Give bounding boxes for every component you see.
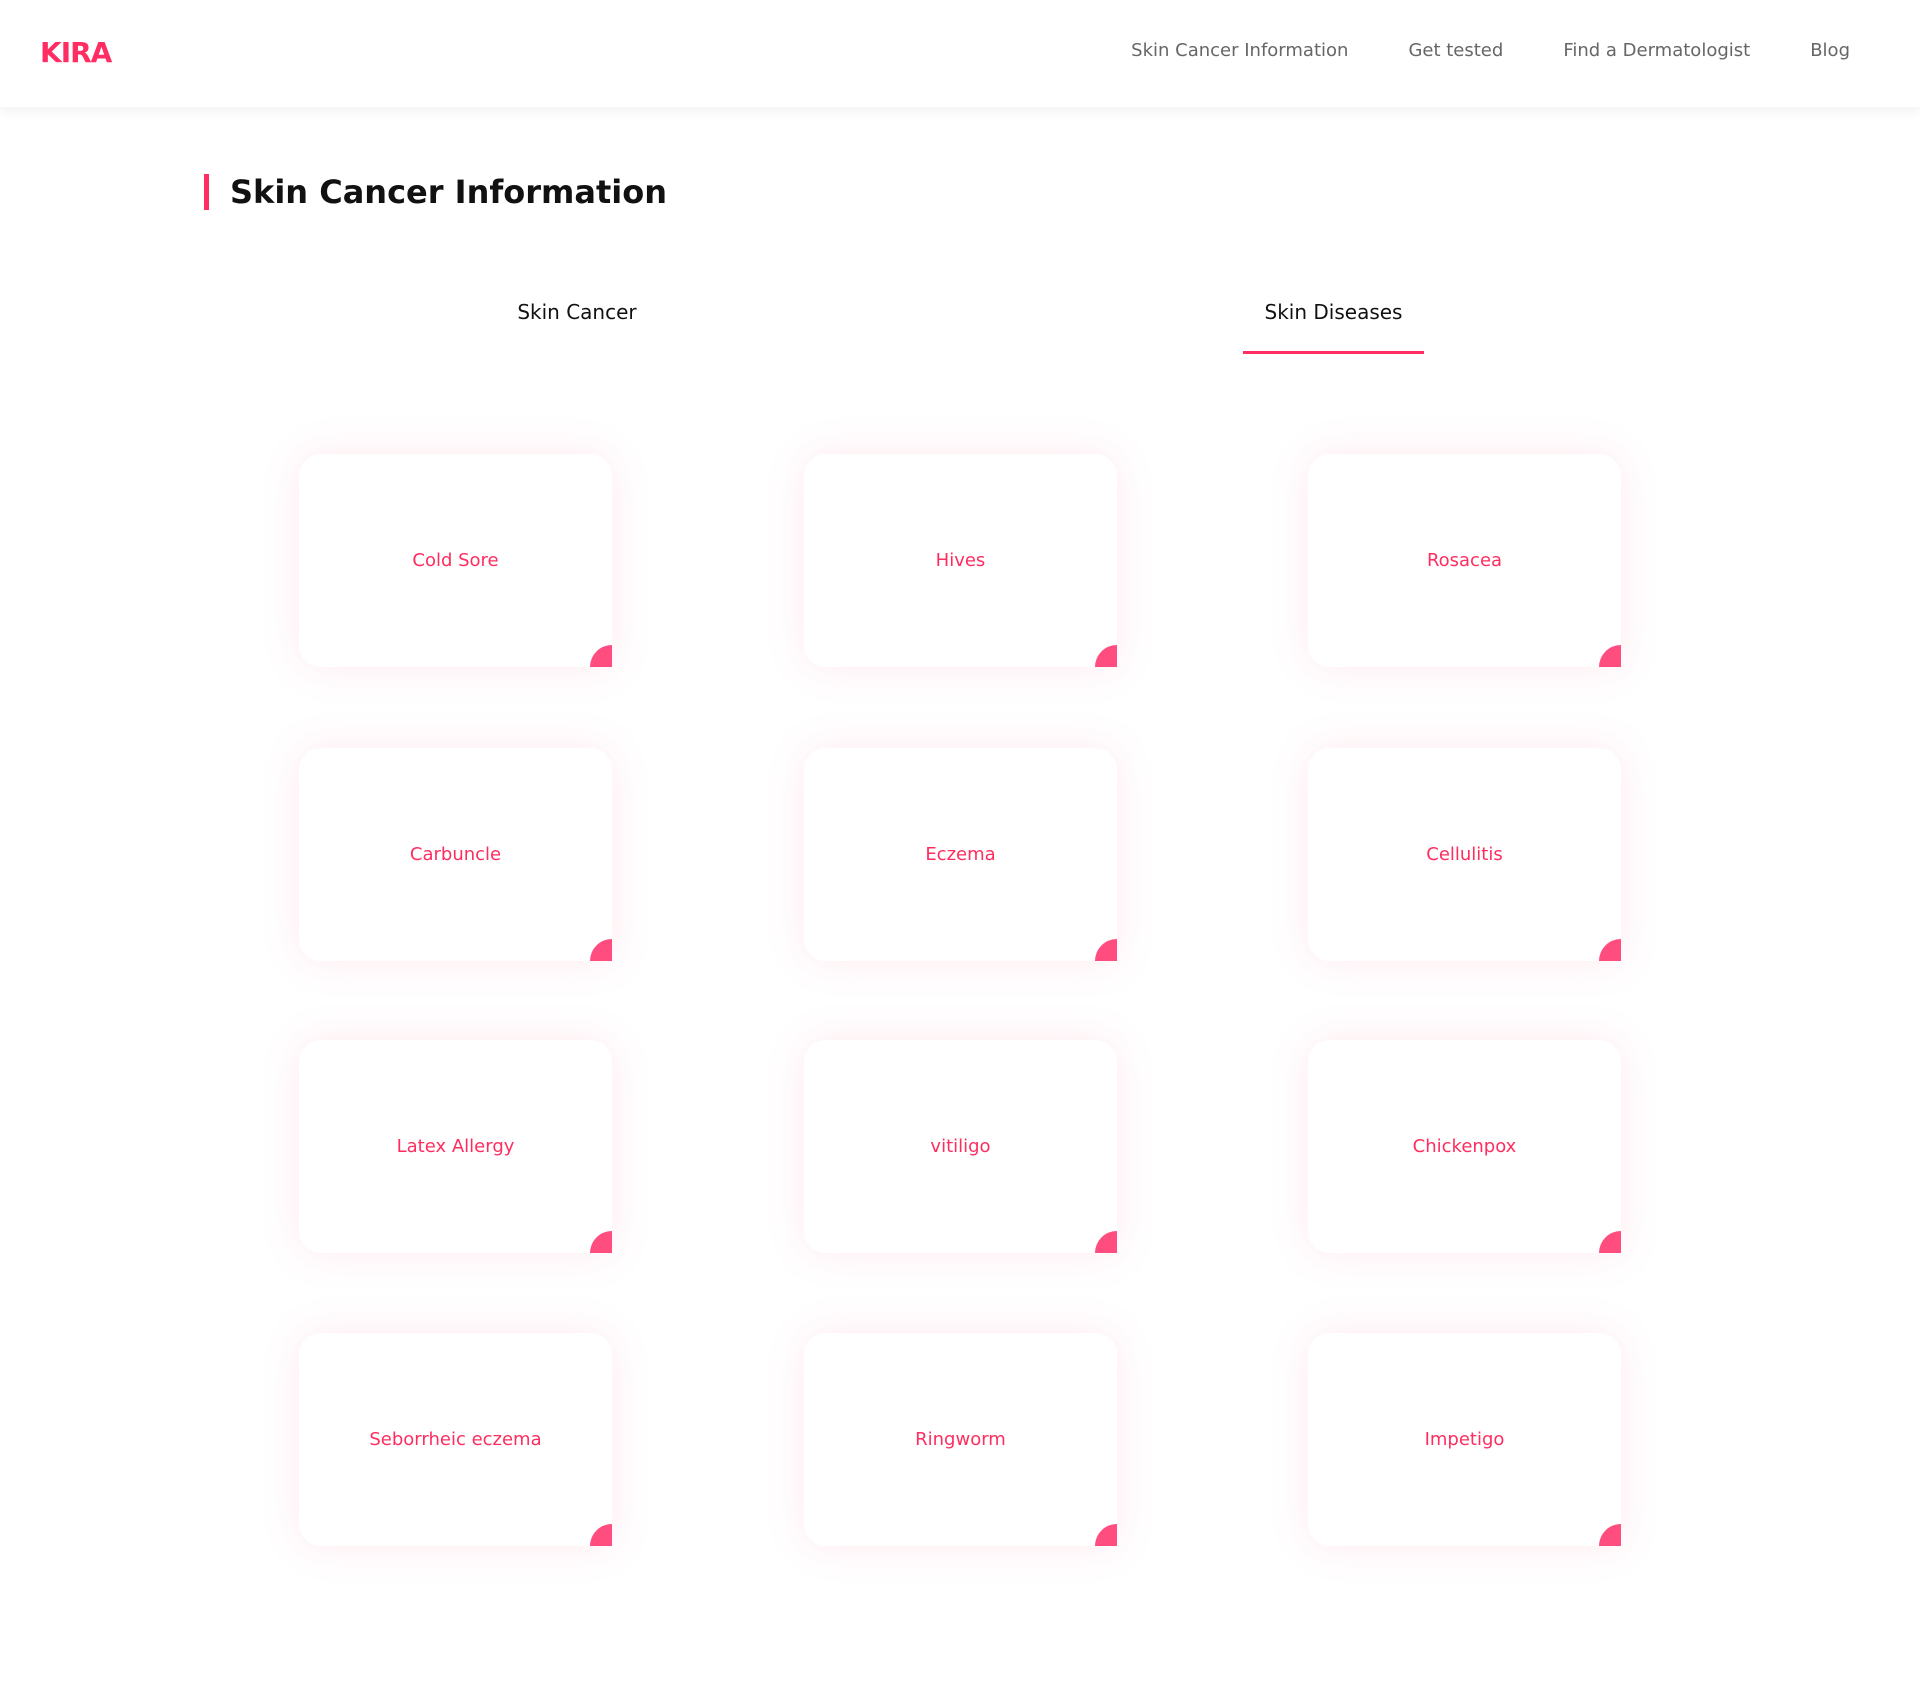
nav-find-dermatologist[interactable]: Find a Dermatologist xyxy=(1563,40,1750,61)
page-title-block: Skin Cancer Information xyxy=(204,174,667,210)
disease-card[interactable]: Ringworm xyxy=(804,1333,1117,1546)
disease-card-label: vitiligo xyxy=(930,1136,991,1157)
nav-get-tested[interactable]: Get tested xyxy=(1408,40,1503,61)
corner-accent-icon xyxy=(1095,1524,1117,1546)
corner-accent-icon xyxy=(1095,1231,1117,1253)
disease-card-label: Hives xyxy=(935,550,986,571)
disease-card[interactable]: Chickenpox xyxy=(1308,1040,1621,1253)
tab-skin-cancer[interactable]: Skin Cancer xyxy=(477,300,677,324)
disease-card[interactable]: Cold Sore xyxy=(299,454,612,667)
corner-accent-icon xyxy=(1599,939,1621,961)
corner-accent-icon xyxy=(590,645,612,667)
page-title: Skin Cancer Information xyxy=(230,173,668,211)
nav-blog[interactable]: Blog xyxy=(1810,40,1850,61)
corner-accent-icon xyxy=(590,1231,612,1253)
disease-card-label: Seborrheic eczema xyxy=(369,1429,542,1450)
disease-card-label: Cellulitis xyxy=(1426,844,1503,865)
disease-card-label: Rosacea xyxy=(1426,550,1503,571)
disease-card[interactable]: vitiligo xyxy=(804,1040,1117,1253)
disease-card[interactable]: Impetigo xyxy=(1308,1333,1621,1546)
logo[interactable]: KIRA xyxy=(40,36,112,69)
tab-skin-diseases[interactable]: Skin Diseases xyxy=(1243,300,1424,354)
corner-accent-icon xyxy=(1095,939,1117,961)
disease-card-label: Latex Allergy xyxy=(396,1136,515,1157)
disease-card-label: Cold Sore xyxy=(412,550,499,571)
disease-card[interactable]: Rosacea xyxy=(1308,454,1621,667)
corner-accent-icon xyxy=(1095,645,1117,667)
main-nav: Skin Cancer Information Get tested Find … xyxy=(1131,40,1850,61)
nav-skin-cancer-information[interactable]: Skin Cancer Information xyxy=(1131,40,1348,61)
corner-accent-icon xyxy=(1599,645,1621,667)
disease-card[interactable]: Carbuncle xyxy=(299,748,612,961)
disease-card-label: Carbuncle xyxy=(409,844,502,865)
disease-card[interactable]: Seborrheic eczema xyxy=(299,1333,612,1546)
header: KIRA Skin Cancer Information Get tested … xyxy=(0,0,1920,107)
disease-card[interactable]: Hives xyxy=(804,454,1117,667)
disease-card-label: Eczema xyxy=(925,844,996,865)
disease-card[interactable]: Cellulitis xyxy=(1308,748,1621,961)
disease-card-label: Chickenpox xyxy=(1412,1136,1517,1157)
disease-card[interactable]: Eczema xyxy=(804,748,1117,961)
corner-accent-icon xyxy=(1599,1231,1621,1253)
disease-card[interactable]: Latex Allergy xyxy=(299,1040,612,1253)
corner-accent-icon xyxy=(590,939,612,961)
corner-accent-icon xyxy=(590,1524,612,1546)
disease-card-label: Ringworm xyxy=(915,1429,1006,1450)
corner-accent-icon xyxy=(1599,1524,1621,1546)
disease-card-label: Impetigo xyxy=(1424,1429,1505,1450)
